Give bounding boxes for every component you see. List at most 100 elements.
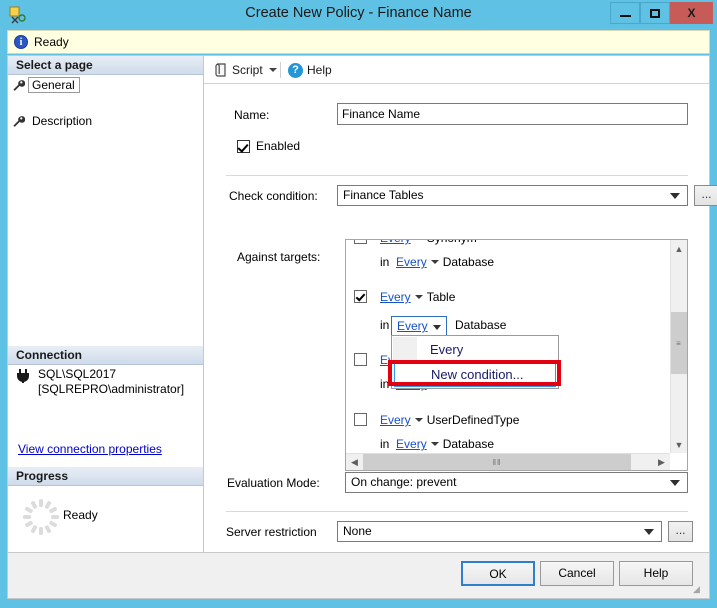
divider-top — [226, 175, 688, 176]
name-label: Name: — [234, 108, 270, 122]
close-button[interactable]: X — [670, 2, 713, 24]
chevron-down-icon — [644, 529, 654, 535]
dropdown-item-new-condition[interactable]: New condition... — [394, 362, 556, 387]
target-every-link[interactable]: Every — [396, 437, 427, 451]
enabled-checkbox[interactable] — [237, 140, 250, 153]
sidebar-item-description[interactable]: Description — [8, 112, 203, 130]
connection-user-row: [SQLREPRO\administrator] — [8, 382, 203, 397]
scroll-down-button[interactable]: ▼ — [671, 436, 687, 453]
chevron-down-icon — [670, 480, 680, 486]
server-restriction-browse-button[interactable]: ... — [668, 521, 693, 542]
connection-server: SQL\SQL2017 — [38, 367, 117, 381]
evaluation-mode-combo[interactable]: On change: prevent — [345, 472, 688, 493]
target-in-label: in — [380, 437, 390, 451]
target-row-synonym[interactable]: Every Synonym — [354, 240, 477, 250]
minimize-icon — [619, 14, 631, 17]
targets-vertical-scrollbar[interactable]: ▲ ≡ ▼ — [670, 240, 687, 453]
targets-scroll-viewport: Every Synonym in Every Database Every Table — [346, 240, 654, 452]
target-checkbox[interactable] — [354, 240, 367, 244]
chevron-down-icon[interactable] — [414, 417, 423, 422]
target-in-label: in — [380, 377, 390, 391]
target-every-link[interactable]: Every — [380, 240, 411, 245]
target-object-label: Table — [426, 290, 456, 304]
view-connection-properties-link[interactable]: View connection properties — [18, 442, 162, 456]
target-row-table[interactable]: Every Table — [354, 285, 455, 309]
server-restriction-value: None — [343, 524, 372, 538]
target-row-userdefinedtype-scope[interactable]: in Every Database — [354, 432, 494, 452]
title-bar: Create New Policy - Finance Name X — [0, 0, 717, 29]
target-row-userdefinedtype[interactable]: Every UserDefinedType — [354, 408, 519, 432]
content-toolbar: Script ? Help — [204, 56, 709, 84]
script-label: Script — [232, 63, 263, 77]
help-button-footer[interactable]: Help — [619, 561, 693, 586]
dialog-footer: OK Cancel Help ◢ — [7, 553, 710, 599]
server-restriction-combo[interactable]: None — [337, 521, 662, 542]
select-a-page-heading: Select a page — [8, 56, 203, 75]
scroll-up-button[interactable]: ▲ — [671, 240, 687, 257]
chevron-down-icon[interactable] — [433, 325, 441, 330]
target-in-label: in — [380, 255, 390, 269]
info-icon: i — [14, 35, 28, 49]
condition-dropdown-menu[interactable]: Every New condition... — [391, 335, 559, 389]
chevron-down-icon[interactable] — [414, 294, 423, 299]
dialog-body: Select a page General Description Connec… — [7, 55, 717, 553]
maximize-icon — [650, 8, 660, 18]
scroll-left-button[interactable]: ◀ — [346, 454, 363, 470]
target-scope-combo-editor[interactable]: Every — [391, 316, 447, 336]
against-targets-list[interactable]: Every Synonym in Every Database Every Table — [345, 239, 688, 471]
spinner-icon — [23, 499, 59, 535]
general-form: Name: Enabled Check condition: Finance T… — [204, 84, 717, 552]
check-condition-browse-button[interactable]: ... — [694, 185, 717, 206]
target-checkbox[interactable] — [354, 290, 367, 303]
targets-horizontal-scrollbar[interactable]: ◀ ‖‖ ▶ — [346, 453, 670, 470]
target-every-link[interactable]: Every — [380, 290, 411, 304]
evaluation-mode-value: On change: prevent — [351, 475, 457, 489]
scroll-right-button[interactable]: ▶ — [653, 454, 670, 470]
target-object-label: Synonym — [427, 240, 477, 245]
vertical-scroll-thumb[interactable]: ≡ — [671, 312, 687, 374]
page-list: General Description — [8, 76, 203, 128]
sidebar-item-general[interactable]: General — [8, 76, 203, 94]
script-button[interactable]: Script — [214, 60, 277, 80]
target-every-link[interactable]: Every — [396, 255, 427, 269]
minimize-button[interactable] — [610, 2, 640, 24]
ok-button[interactable]: OK — [461, 561, 535, 586]
maximize-button[interactable] — [640, 2, 670, 24]
target-every-link[interactable]: Every — [380, 413, 411, 427]
status-text: Ready — [34, 35, 69, 49]
progress-text: Ready — [63, 508, 98, 522]
chevron-down-icon — [670, 193, 680, 199]
enabled-label: Enabled — [256, 139, 301, 153]
wrench-icon — [13, 116, 25, 127]
chevron-down-icon[interactable] — [268, 68, 277, 72]
cancel-button[interactable]: Cancel — [540, 561, 614, 586]
connection-server-row: SQL\SQL2017 — [8, 367, 203, 383]
progress-area: Ready — [8, 488, 203, 552]
plug-icon — [17, 369, 29, 383]
sidebar: Select a page General Description Connec… — [8, 56, 204, 552]
horizontal-scroll-thumb[interactable]: ‖‖ — [363, 454, 631, 470]
window-controls: X — [610, 2, 713, 24]
server-restriction-label: Server restriction — [226, 525, 317, 539]
check-condition-value: Finance Tables — [343, 188, 424, 202]
connection-info: SQL\SQL2017 [SQLREPRO\administrator] — [8, 367, 203, 397]
target-row-table-scope[interactable]: in Database — [354, 313, 506, 337]
dropdown-item-every[interactable]: Every — [392, 337, 558, 362]
target-object-label: UserDefinedType — [426, 413, 520, 427]
check-condition-combo[interactable]: Finance Tables — [337, 185, 688, 206]
chevron-down-icon[interactable] — [430, 259, 439, 264]
chevron-down-icon[interactable] — [430, 441, 439, 446]
target-checkbox[interactable] — [354, 353, 367, 366]
target-in-label: in — [380, 318, 390, 332]
resize-grip-icon[interactable]: ◢ — [693, 583, 705, 595]
connection-user: [SQLREPRO\administrator] — [38, 382, 185, 396]
toolbar-separator — [280, 62, 281, 78]
help-button[interactable]: ? Help — [288, 60, 332, 80]
progress-heading: Progress — [8, 467, 203, 486]
help-icon: ? — [288, 62, 303, 78]
content-pane: Script ? Help Name: Enabled Check co — [204, 56, 717, 552]
target-checkbox[interactable] — [354, 413, 367, 426]
target-row-synonym-scope[interactable]: in Every Database — [354, 250, 494, 274]
policy-dialog-window: Create New Policy - Finance Name X i Rea… — [0, 0, 717, 608]
name-input[interactable] — [337, 103, 688, 125]
